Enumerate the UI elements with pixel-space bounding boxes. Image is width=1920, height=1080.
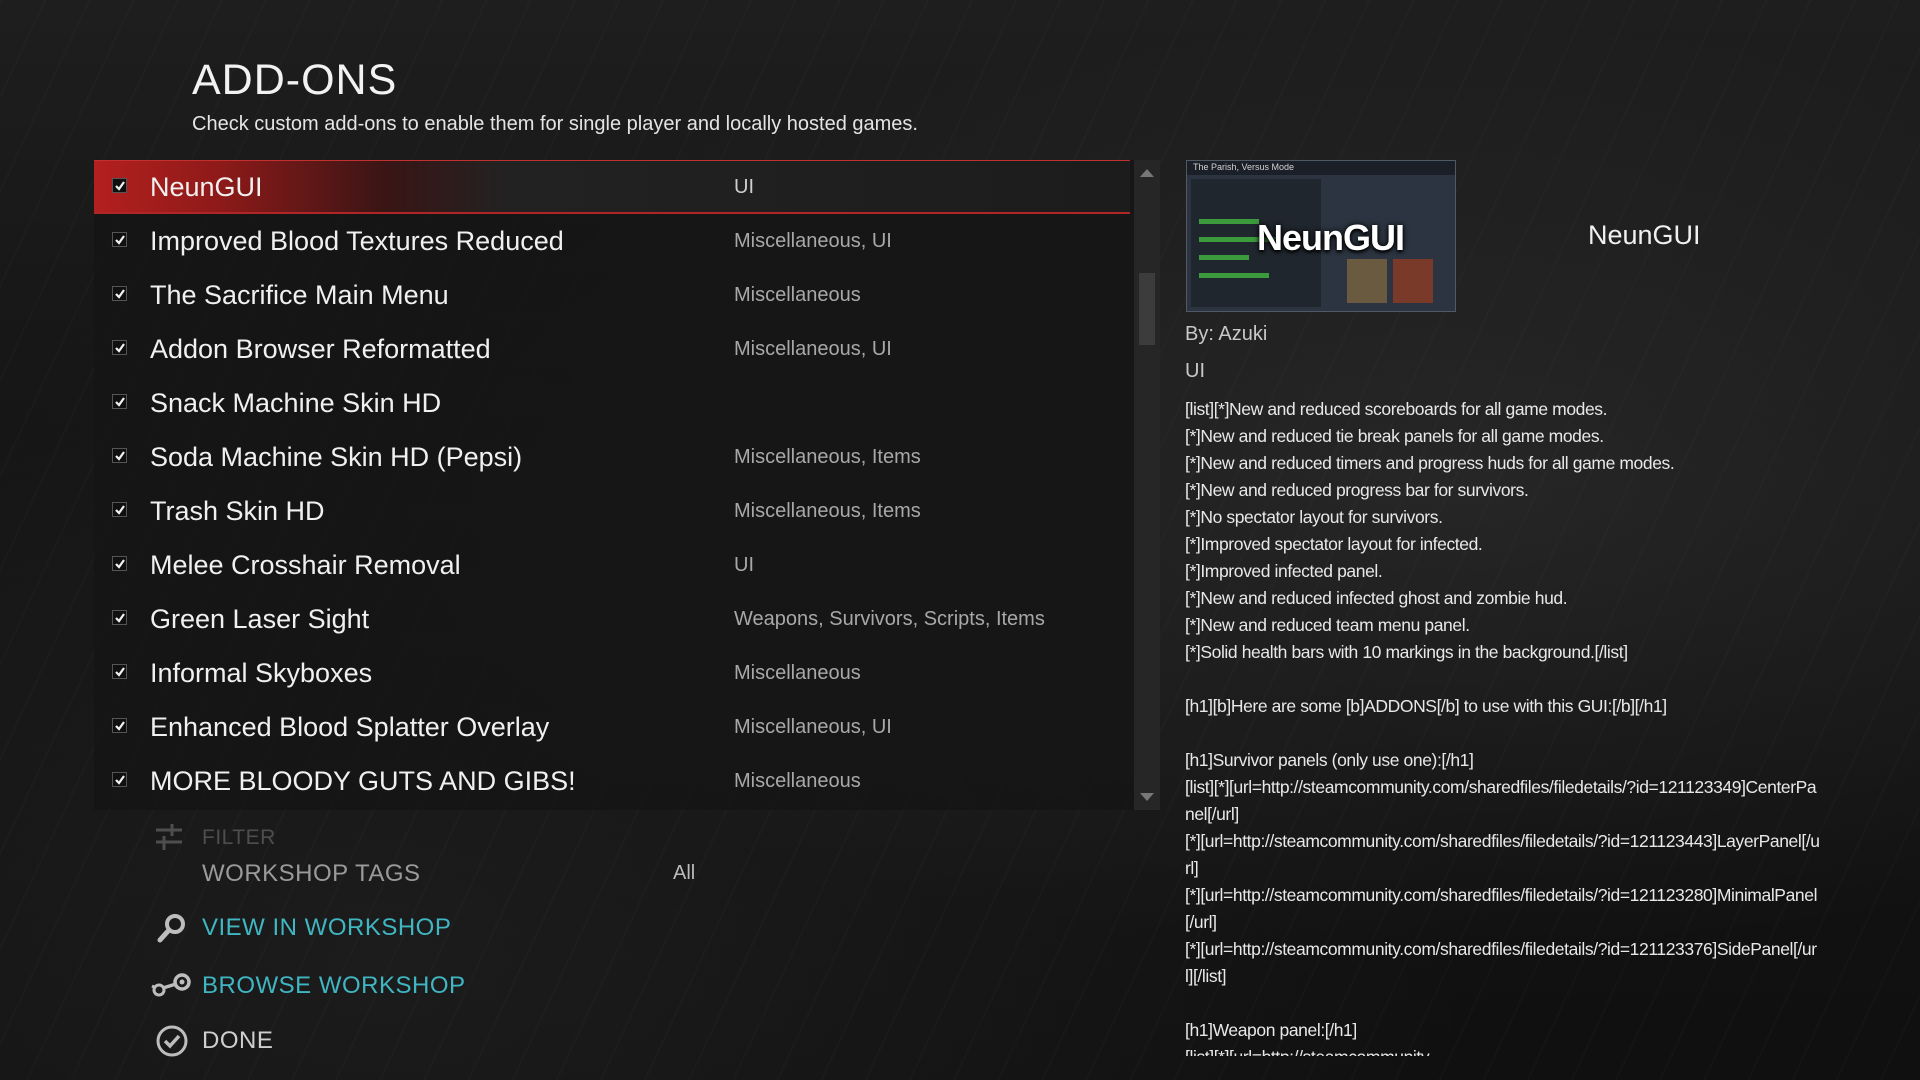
addon-row[interactable]: Green Laser Sight Weapons, Survivors, Scr…: [94, 592, 1130, 646]
addon-row[interactable]: Enhanced Blood Splatter Overlay Miscellan…: [94, 700, 1130, 754]
addon-checkbox[interactable]: [112, 556, 127, 571]
checkmark-icon: [114, 450, 125, 461]
checkmark-icon: [114, 504, 125, 515]
addon-name: Soda Machine Skin HD (Pepsi): [150, 441, 523, 472]
addon-row[interactable]: The Sacrifice Main Menu Miscellaneous: [94, 268, 1130, 322]
addon-row[interactable]: Soda Machine Skin HD (Pepsi) Miscellaneou…: [94, 430, 1130, 484]
preview-survivor-portrait: [1347, 259, 1387, 303]
addon-checkbox[interactable]: [112, 232, 127, 247]
checkmark-icon: [114, 342, 125, 353]
preview-infected-portrait: [1393, 259, 1433, 303]
filter-section: [152, 820, 186, 859]
checkmark-icon: [114, 612, 125, 623]
checkmark-icon: [114, 288, 125, 299]
addon-tags: Miscellaneous, UI: [734, 337, 892, 360]
addon-name: Improved Blood Textures Reduced: [150, 225, 564, 256]
addon-name: Melee Crosshair Removal: [150, 549, 461, 580]
addon-name: The Sacrifice Main Menu: [150, 279, 449, 310]
addon-name: NeunGUI: [150, 171, 263, 202]
addon-row[interactable]: Informal Skyboxes Miscellaneous: [94, 646, 1130, 700]
view-in-workshop-label: VIEW IN WORKSHOP: [202, 914, 452, 941]
addon-row[interactable]: NeunGUI UI: [94, 160, 1130, 214]
addon-tags: Miscellaneous: [734, 661, 861, 684]
addon-preview-image: The Parish, Versus Mode NeunGUI: [1186, 160, 1456, 312]
scrollbar[interactable]: [1134, 160, 1160, 810]
done-label: DONE: [202, 1027, 274, 1054]
checkmark-icon: [114, 180, 125, 191]
preview-logo: NeunGUI: [1257, 217, 1405, 258]
addon-checkbox[interactable]: [112, 340, 127, 355]
addon-tags: Miscellaneous, Items: [734, 499, 921, 522]
addon-name: Addon Browser Reformatted: [150, 333, 491, 364]
preview-health-bar: [1199, 255, 1249, 260]
workshop-tags-dropdown[interactable]: All: [673, 862, 695, 885]
checkmark-icon: [114, 234, 125, 245]
addon-list-panel: NeunGUI UI Improved Blood Textures Reduced…: [94, 160, 1160, 810]
steam-logo-icon: [150, 968, 194, 1004]
checkmark-icon: [114, 558, 125, 569]
addon-checkbox[interactable]: [112, 286, 127, 301]
preview-header-text: The Parish, Versus Mode: [1193, 162, 1295, 172]
page-subtitle: Check custom add-ons to enable them for …: [192, 113, 918, 135]
addon-tags: UI: [734, 175, 754, 198]
preview-health-bar: [1199, 273, 1269, 278]
addon-checkbox[interactable]: [112, 178, 127, 193]
magnifier-icon: [150, 910, 194, 946]
done-button[interactable]: DONE: [150, 1023, 273, 1059]
preview-header-bar: The Parish, Versus Mode: [1187, 161, 1455, 175]
detail-tags: UI: [1185, 360, 1205, 382]
addon-checkbox[interactable]: [112, 610, 127, 625]
browse-workshop-label: BROWSE WORKSHOP: [202, 972, 466, 999]
checkmark-circle-icon: [150, 1023, 194, 1059]
addon-tags: Miscellaneous, UI: [734, 229, 892, 252]
preview-health-bar: [1199, 219, 1259, 224]
checkmark-icon: [114, 774, 125, 785]
addon-tags: Miscellaneous, Items: [734, 445, 921, 468]
addon-tags: Miscellaneous, UI: [734, 715, 892, 738]
addon-row[interactable]: Improved Blood Textures Reduced Miscellan…: [94, 214, 1130, 268]
addon-row[interactable]: Addon Browser Reformatted Miscellaneous, …: [94, 322, 1130, 376]
checkmark-icon: [114, 666, 125, 677]
addon-name: Snack Machine Skin HD: [150, 387, 442, 418]
addon-checkbox[interactable]: [112, 394, 127, 409]
addon-checkbox[interactable]: [112, 448, 127, 463]
addon-name: Trash Skin HD: [150, 495, 325, 526]
addon-name: MORE BLOODY GUTS AND GIBS!: [150, 765, 576, 796]
addon-row[interactable]: MORE BLOODY GUTS AND GIBS! Miscellaneous: [94, 754, 1130, 808]
addon-checkbox[interactable]: [112, 772, 127, 787]
addon-checkbox[interactable]: [112, 718, 127, 733]
addon-list: NeunGUI UI Improved Blood Textures Reduced…: [94, 160, 1130, 810]
addon-row[interactable]: Snack Machine Skin HD: [94, 376, 1130, 430]
addon-name: Enhanced Blood Splatter Overlay: [150, 711, 550, 742]
detail-author: By: Azuki: [1185, 323, 1268, 345]
scroll-down-arrow-icon[interactable]: [1134, 784, 1160, 810]
addon-row[interactable]: Trash Skin HD Miscellaneous, Items: [94, 484, 1130, 538]
view-in-workshop-button[interactable]: VIEW IN WORKSHOP: [150, 910, 451, 946]
addon-tags: Miscellaneous: [734, 283, 861, 306]
addon-checkbox[interactable]: [112, 502, 127, 517]
checkmark-icon: [114, 720, 125, 731]
addon-checkbox[interactable]: [112, 664, 127, 679]
addon-row[interactable]: Melee Crosshair Removal UI: [94, 538, 1130, 592]
addon-tags: Weapons, Survivors, Scripts, Items: [734, 607, 1045, 630]
workshop-tags-label[interactable]: WORKSHOP TAGS: [202, 860, 421, 888]
addon-tags: UI: [734, 553, 754, 576]
filter-label: FILTER: [202, 826, 276, 849]
detail-description: [list][*]New and reduced scoreboards for…: [1185, 399, 1820, 1056]
scroll-up-arrow-icon[interactable]: [1134, 160, 1160, 186]
browse-workshop-button[interactable]: BROWSE WORKSHOP: [150, 968, 466, 1004]
addon-tags: Miscellaneous: [734, 769, 861, 792]
page-title: ADD-ONS: [192, 56, 398, 104]
addon-name: Green Laser Sight: [150, 603, 370, 634]
filter-icon: [152, 820, 186, 859]
scrollbar-thumb[interactable]: [1139, 273, 1155, 345]
addon-name: Informal Skyboxes: [150, 657, 373, 688]
detail-addon-name: NeunGUI: [1588, 220, 1701, 250]
checkmark-icon: [114, 396, 125, 407]
